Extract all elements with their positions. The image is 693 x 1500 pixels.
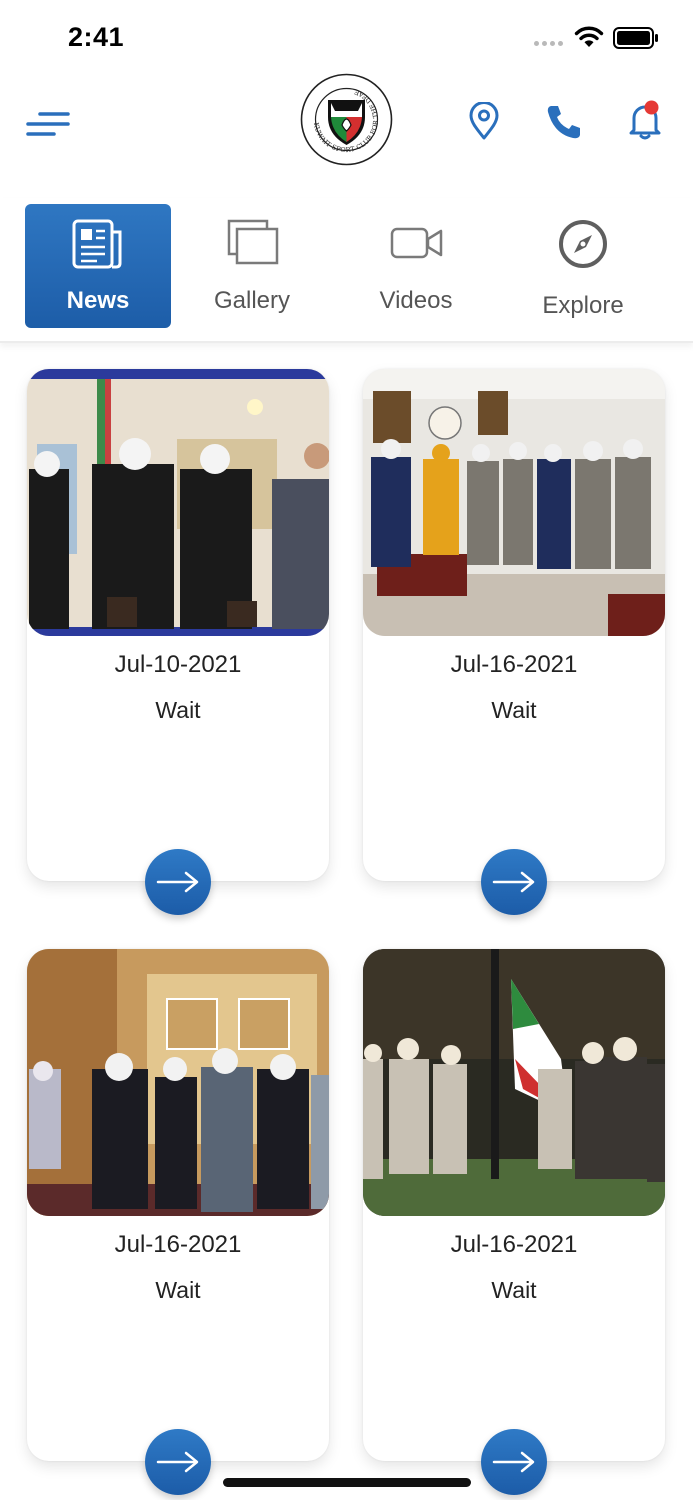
read-more-button[interactable] — [481, 849, 547, 915]
tab-videos-label: Videos — [379, 287, 453, 314]
read-more-button[interactable] — [145, 849, 211, 915]
tab-explore[interactable]: Explore — [510, 204, 656, 328]
news-photo — [27, 949, 329, 1216]
news-photo — [363, 949, 665, 1216]
video-icon — [390, 227, 443, 259]
read-more-button[interactable] — [145, 1429, 211, 1495]
arrow-right-icon — [156, 1451, 199, 1473]
home-indicator[interactable] — [223, 1478, 471, 1487]
news-card[interactable]: Jul-16-2021 Wait — [27, 949, 329, 1495]
gallery-icon — [227, 219, 279, 265]
news-card[interactable]: Jul-16-2021 Wait — [363, 949, 665, 1495]
news-title: Wait — [491, 697, 537, 723]
tab-gallery[interactable]: Gallery — [179, 204, 325, 328]
news-date: Jul-16-2021 — [114, 1231, 242, 1258]
arrow-right-icon — [492, 1451, 535, 1473]
news-date: Jul-16-2021 — [450, 651, 578, 678]
news-photo — [363, 369, 665, 636]
read-more-button[interactable] — [481, 1429, 547, 1495]
tab-news[interactable]: News — [25, 204, 171, 328]
notification-bell-icon[interactable] — [628, 100, 662, 140]
wifi-icon — [574, 26, 604, 47]
news-date: Jul-16-2021 — [450, 1231, 578, 1258]
notification-dot — [644, 100, 659, 115]
phone-icon[interactable] — [545, 104, 583, 140]
tab-news-label: News — [66, 287, 130, 314]
news-date: Jul-10-2021 — [114, 651, 242, 678]
tab-gallery-label: Gallery — [213, 287, 291, 314]
news-title: Wait — [155, 697, 201, 723]
location-icon[interactable] — [468, 102, 500, 140]
arrow-right-icon — [156, 871, 199, 893]
compass-icon — [559, 220, 607, 268]
news-photo — [27, 369, 329, 636]
status-time: 2:41 — [68, 22, 125, 52]
news-card[interactable]: Jul-16-2021 Wait — [363, 369, 665, 915]
tab-explore-label: Explore — [542, 292, 624, 319]
news-card[interactable]: Jul-10-2021 Wait — [27, 369, 329, 915]
signal-icon — [534, 41, 563, 46]
menu-icon[interactable] — [26, 106, 70, 140]
club-logo: KUWAIT SPORT CLUB FOR THE DEAF — [300, 73, 393, 166]
app-header: KUWAIT SPORT CLUB FOR THE DEAF — [0, 70, 693, 180]
battery-icon — [613, 27, 658, 49]
newspaper-icon — [72, 219, 122, 269]
status-bar: 2:41 — [0, 0, 693, 70]
arrow-right-icon — [492, 871, 535, 893]
tab-videos[interactable]: Videos — [343, 204, 489, 328]
section-tabs: News Gallery Videos Explore — [0, 198, 693, 343]
news-title: Wait — [491, 1277, 537, 1303]
news-title: Wait — [155, 1277, 201, 1303]
